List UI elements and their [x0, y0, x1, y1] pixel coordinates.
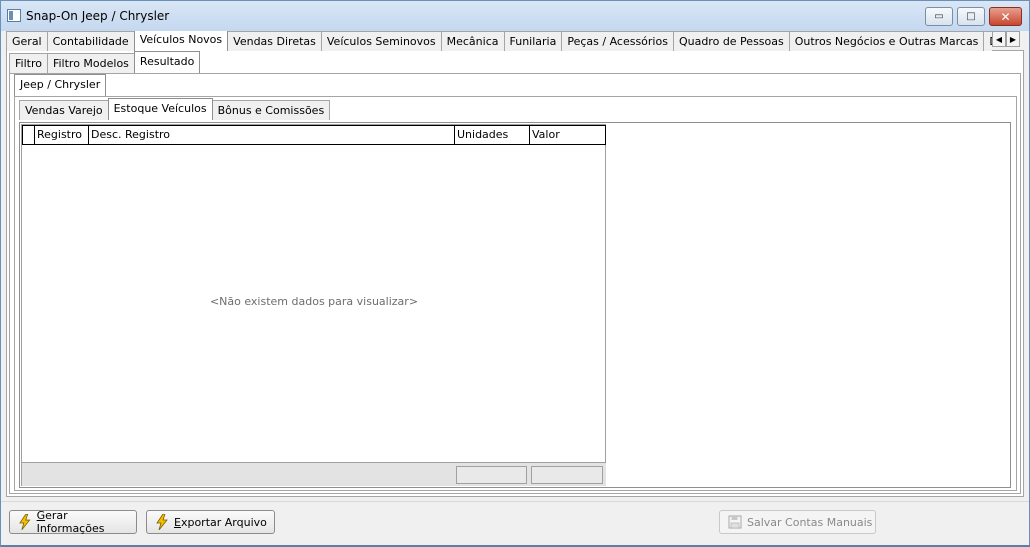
exportar-arquivo-button[interactable]: Exportar Arquivo: [146, 510, 275, 534]
sub-tab-strip: Filtro Filtro Modelos Resultado: [9, 51, 201, 73]
title-bar[interactable]: Snap-On Jeep / Chrysler ▭ □ ✕: [1, 1, 1029, 31]
scroll-left-icon[interactable]: ◀: [992, 31, 1006, 47]
tab-main-5[interactable]: Mecânica: [440, 31, 505, 51]
tab-main-3[interactable]: Vendas Diretas: [227, 31, 322, 51]
column-header-registro[interactable]: Registro: [35, 126, 89, 144]
salvar-contas-manuais-label: Salvar Contas Manuais: [747, 515, 873, 529]
scroll-right-icon[interactable]: ▶: [1006, 31, 1020, 47]
tab-scroll-buttons: ◀ ▶: [992, 31, 1020, 47]
tab-main-0[interactable]: Geral: [6, 31, 48, 51]
lightning-icon: [19, 514, 31, 530]
tab-main-4[interactable]: Veículos Seminovos: [320, 31, 442, 51]
tab-report-1[interactable]: Estoque Veículos: [107, 98, 213, 120]
data-grid[interactable]: Registro Desc. Registro Unidades Valor <…: [21, 124, 606, 486]
column-header-unidades[interactable]: Unidades: [455, 126, 530, 144]
close-button[interactable]: ✕: [989, 7, 1022, 26]
brand-tab-strip: Jeep / Chrysler: [14, 74, 107, 96]
app-icon: [7, 9, 21, 22]
close-icon: ✕: [1000, 9, 1011, 24]
gerar-informacoes-label: Gerar Informações: [36, 509, 105, 535]
row-indicator-header: [23, 126, 35, 144]
empty-grid-message: <Não existem dados para visualizar>: [209, 295, 419, 308]
save-disk-icon: [728, 515, 742, 529]
lightning-icon: [156, 514, 168, 530]
salvar-contas-manuais-button[interactable]: Salvar Contas Manuais: [719, 510, 876, 534]
maximize-button[interactable]: □: [957, 7, 985, 26]
app-window: Snap-On Jeep / Chrysler ▭ □ ✕ Geral Conta…: [0, 0, 1030, 547]
tab-sub-0[interactable]: Filtro: [9, 53, 48, 73]
tab-main-1[interactable]: Contabilidade: [46, 31, 135, 51]
tab-main-6[interactable]: Funilaria: [503, 31, 563, 51]
tab-main-8[interactable]: Quadro de Pessoas: [672, 31, 790, 51]
maximize-icon: □: [966, 11, 976, 22]
minimize-icon: ▭: [934, 11, 944, 22]
footer-total-unidades: [456, 466, 527, 484]
column-header-valor[interactable]: Valor: [530, 126, 605, 144]
tab-report-0[interactable]: Vendas Varejo: [19, 100, 109, 120]
tab-sub-1[interactable]: Filtro Modelos: [46, 53, 135, 73]
tab-main-2[interactable]: Veículos Novos: [133, 31, 229, 51]
window-title: Snap-On Jeep / Chrysler: [26, 9, 170, 23]
grid-footer: [22, 462, 606, 486]
tab-main-7[interactable]: Peças / Acessórios: [561, 31, 674, 51]
column-header-desc-registro[interactable]: Desc. Registro: [89, 126, 455, 144]
gerar-informacoes-button[interactable]: Gerar Informações: [9, 509, 137, 535]
footer-total-valor: [531, 466, 603, 484]
tab-sub-2[interactable]: Resultado: [133, 51, 201, 73]
tab-brand-0[interactable]: Jeep / Chrysler: [14, 74, 107, 96]
main-tab-strip: Geral Contabilidade Veículos Novos Vendas D…: [6, 31, 992, 51]
report-tab-strip: Vendas Varejo Estoque Veículos Bônus e Com…: [19, 98, 331, 120]
tab-main-10[interactable]: Despesas Gerais por Departamento: [983, 31, 992, 51]
minimize-button[interactable]: ▭: [925, 7, 953, 26]
grid-header: Registro Desc. Registro Unidades Valor: [22, 125, 606, 145]
tab-main-9[interactable]: Outros Negócios e Outras Marcas: [788, 31, 985, 51]
exportar-arquivo-label: Exportar Arquivo: [174, 515, 267, 529]
tab-report-2[interactable]: Bônus e Comissões: [211, 100, 331, 120]
